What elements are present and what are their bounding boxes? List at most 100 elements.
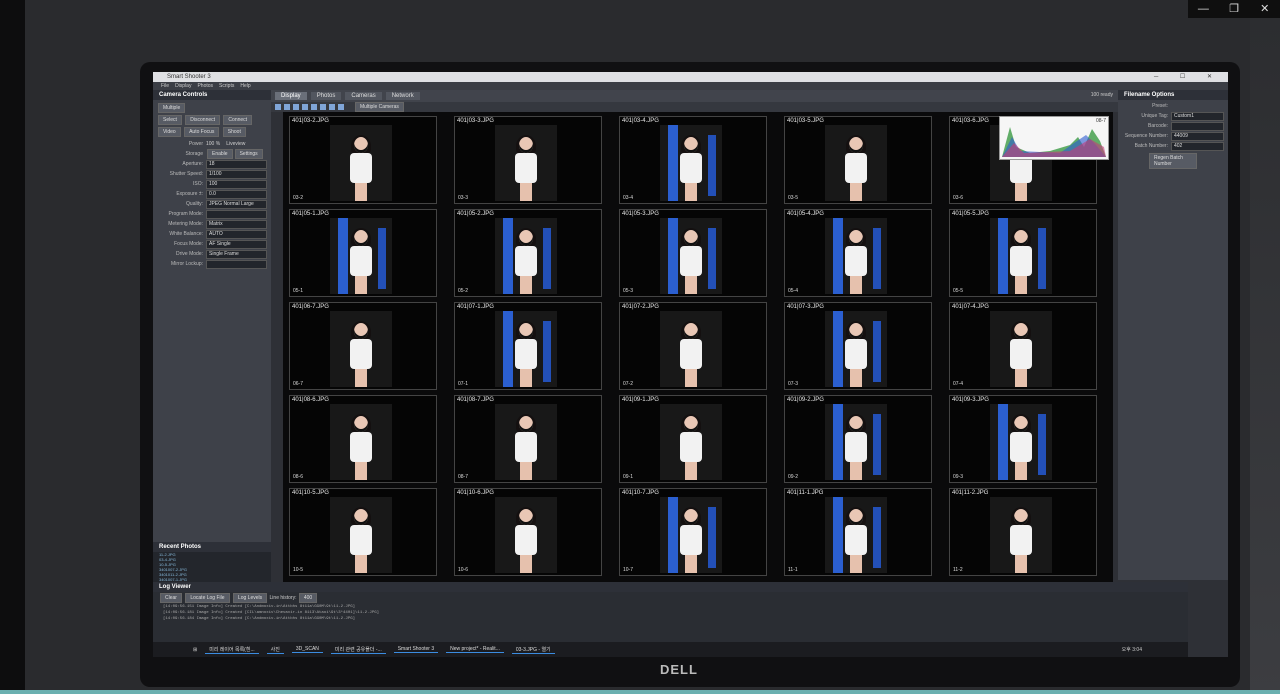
line-history-field[interactable]: 400	[298, 593, 318, 603]
photo-thumbnail[interactable]: 401|07-4.JPG 07-4	[949, 302, 1097, 390]
photo-thumbnail[interactable]: 401|05-1.JPG 05-1	[289, 209, 437, 297]
photo-thumbnail[interactable]: 401|10-5.JPG 10-5	[289, 488, 437, 576]
minimize-button[interactable]: —	[1188, 0, 1219, 18]
menu-photos[interactable]: Photos	[197, 82, 213, 90]
app-title: Smart Shooter 3	[167, 74, 211, 80]
photo-thumbnail[interactable]: 401|11-1.JPG 11-1	[784, 488, 932, 576]
menu-help[interactable]: Help	[240, 82, 250, 90]
multiple-checkbox[interactable]: Multiple	[158, 103, 186, 113]
photo-thumbnail[interactable]: 401|09-3.JPG 09-3	[949, 395, 1097, 483]
camera-field-value[interactable]: AF Single	[206, 239, 267, 249]
forward-icon[interactable]	[284, 104, 290, 110]
tab-network[interactable]: Network	[385, 92, 420, 100]
taskbar-item[interactable]: 미리 관련 공유폴더 -...	[330, 646, 386, 654]
camera-field-value[interactable]: AUTO	[206, 229, 267, 239]
sequence-field[interactable]: 44009	[1171, 131, 1224, 141]
photo-grid: 401|11-2.JPG 11-2 401|11-1.JPG 11-1 401|10-7…	[283, 112, 1113, 582]
camera-select-dropdown[interactable]: Multiple Cameras	[355, 102, 404, 112]
log-levels-dropdown[interactable]: Log Levels	[232, 593, 268, 603]
taskbar-item[interactable]: 03-3.JPG - 열기	[511, 646, 555, 654]
enable-liveview-checkbox[interactable]: Enable	[207, 149, 233, 159]
taskbar-item[interactable]: New project* - Realit...	[446, 646, 504, 653]
photo-thumbnail[interactable]: 401|06-7.JPG 06-7	[289, 302, 437, 390]
tab-cameras[interactable]: Cameras	[345, 92, 382, 100]
person-figure	[513, 135, 539, 201]
menu-display[interactable]: Display	[175, 82, 191, 90]
camera-field-value[interactable]: JPEG Normal Large	[206, 199, 267, 209]
photo-filename: 401|03-6.JPG	[952, 118, 989, 124]
photo-image	[660, 218, 722, 294]
unique-tag-field[interactable]: Custom1	[1171, 111, 1224, 121]
start-icon[interactable]: ⊞	[193, 647, 197, 653]
photo-caption: 05-3	[623, 288, 634, 294]
display-toolbar: Multiple Cameras	[271, 102, 1118, 112]
menu-scripts[interactable]: Scripts	[219, 82, 234, 90]
taskbar-item[interactable]: 미리 레이어 목록(흰...	[205, 646, 259, 654]
camera-field-value[interactable]: Single Frame	[206, 249, 267, 259]
connect-button[interactable]: Connect	[223, 115, 253, 125]
camera-field-value[interactable]: 18	[206, 159, 267, 169]
photo-thumbnail[interactable]: 401|08-7.JPG 08-7	[454, 395, 602, 483]
taskbar-item[interactable]: 사진	[266, 646, 284, 654]
app-window-buttons[interactable]: ─ ☐ ✕	[1154, 72, 1222, 82]
rotate-left-icon[interactable]	[293, 104, 299, 110]
restore-button[interactable]: ❐	[1219, 0, 1250, 18]
person-figure	[843, 135, 869, 201]
camera-field-value[interactable]: 100	[206, 179, 267, 189]
batch-field[interactable]: 402	[1171, 141, 1224, 151]
video-button[interactable]: Video	[158, 127, 181, 137]
photo-thumbnail[interactable]: 401|07-3.JPG 07-3	[784, 302, 932, 390]
back-icon[interactable]	[275, 104, 281, 110]
photo-thumbnail[interactable]: 401|05-3.JPG 05-3	[619, 209, 767, 297]
photo-filename: 401|03-5.JPG	[787, 118, 824, 124]
photo-thumbnail[interactable]: 401|07-2.JPG 07-2	[619, 302, 767, 390]
photo-image	[660, 497, 722, 573]
rotate-right-icon[interactable]	[302, 104, 308, 110]
photo-thumbnail[interactable]: 401|03-3.JPG 03-3	[454, 116, 602, 204]
regen-batch-button[interactable]: Regen Batch Number	[1149, 153, 1197, 169]
taskbar-item[interactable]: Smart Shooter 3	[393, 646, 439, 653]
settings-button[interactable]: Settings	[234, 149, 263, 159]
barcode-field[interactable]	[1171, 121, 1224, 131]
grid-icon[interactable]	[320, 104, 326, 110]
menu-file[interactable]: File	[161, 82, 169, 90]
photo-thumbnail[interactable]: 401|03-2.JPG 03-2	[289, 116, 437, 204]
locate-log-button[interactable]: Locate Log File	[185, 593, 230, 603]
tab-display[interactable]: Display	[275, 92, 307, 100]
photo-thumbnail[interactable]: 401|10-6.JPG 10-6	[454, 488, 602, 576]
camera-field-value[interactable]: 1/100	[206, 169, 267, 179]
photo-thumbnail[interactable]: 401|05-5.JPG 05-5	[949, 209, 1097, 297]
shoot-button[interactable]: Shoot	[222, 127, 246, 137]
disconnect-button[interactable]: Disconnect	[185, 115, 221, 125]
auto-focus-button[interactable]: Auto Focus	[184, 127, 220, 137]
photo-thumbnail[interactable]: 401|10-7.JPG 10-7	[619, 488, 767, 576]
focus-icon[interactable]	[338, 104, 344, 110]
photo-thumbnail[interactable]: 401|09-1.JPG 09-1	[619, 395, 767, 483]
close-button[interactable]: ✕	[1249, 0, 1280, 18]
room-wall-right	[1250, 18, 1280, 694]
zoom-icon[interactable]	[311, 104, 317, 110]
batch-row: Batch Number: 402	[1122, 141, 1224, 151]
photo-thumbnail[interactable]: 401|05-2.JPG 05-2	[454, 209, 602, 297]
photo-thumbnail[interactable]: 401|08-6.JPG 08-6	[289, 395, 437, 483]
photo-thumbnail[interactable]: 401|05-4.JPG 05-4	[784, 209, 932, 297]
clear-button[interactable]: Clear	[160, 593, 182, 603]
photo-thumbnail[interactable]: 401|03-4.JPG 03-4	[619, 116, 767, 204]
photo-thumbnail[interactable]: 401|03-5.JPG 03-5	[784, 116, 932, 204]
histogram-icon[interactable]	[329, 104, 335, 110]
tab-photos[interactable]: Photos	[310, 92, 342, 100]
monitor-brand-logo: DELL	[660, 662, 698, 677]
taskbar-item[interactable]: 3D_SCAN	[291, 646, 323, 653]
photo-thumbnail[interactable]: 401|09-2.JPG 09-2	[784, 395, 932, 483]
camera-field-value[interactable]: 0.0	[206, 189, 267, 199]
camera-field-value[interactable]	[206, 259, 267, 269]
camera-field-value[interactable]	[206, 209, 267, 219]
photo-thumbnail[interactable]: 401|07-1.JPG 07-1	[454, 302, 602, 390]
camera-field-row: Focus Mode: AF Single	[157, 239, 267, 249]
photo-thumbnail[interactable]: 401|11-2.JPG 11-2	[949, 488, 1097, 576]
camera-field-value[interactable]: Matrix	[206, 219, 267, 229]
ready-status: 100 ready	[1090, 92, 1113, 98]
person-figure	[843, 321, 869, 387]
photo-filename: 401|07-2.JPG	[622, 304, 659, 310]
select-button[interactable]: Select	[158, 115, 182, 125]
